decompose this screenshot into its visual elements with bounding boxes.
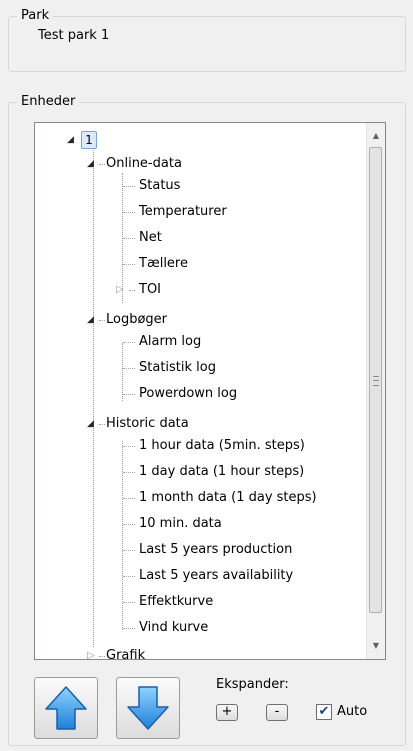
tree-item-taellere[interactable]: Tællere xyxy=(139,255,188,273)
tree-node-logboger[interactable]: Logbøger xyxy=(106,311,167,329)
expand-label: Ekspander: xyxy=(216,677,289,692)
scrollbar-thumb[interactable] xyxy=(369,147,382,613)
tree-connector xyxy=(99,656,105,657)
tree-node-grafik[interactable]: Grafik xyxy=(106,647,145,659)
scroll-up-arrow-icon[interactable]: ▲ xyxy=(367,127,385,145)
tree-connector xyxy=(123,394,135,395)
tree-connector xyxy=(123,446,135,447)
tree-node-online-data[interactable]: Online-data xyxy=(106,155,182,173)
tree-item-status[interactable]: Status xyxy=(139,177,180,195)
expand-grafik-icon[interactable]: ▷ xyxy=(87,647,95,659)
down-arrow-icon xyxy=(127,686,169,730)
tree-connector xyxy=(123,238,135,239)
tree-node-historic-data[interactable]: Historic data xyxy=(106,415,189,433)
tree-connector xyxy=(99,424,105,425)
tree-connector xyxy=(123,472,135,473)
expand-all-button[interactable]: + xyxy=(216,704,238,721)
units-legend: Enheder xyxy=(17,94,80,110)
tree-item-toi[interactable]: TOI xyxy=(139,281,161,299)
auto-checkbox[interactable]: ✔ xyxy=(316,704,332,720)
collapse-historic-data-icon[interactable]: ◢ xyxy=(87,415,94,433)
park-legend: Park xyxy=(17,8,54,24)
tree-line-root xyxy=(93,150,94,647)
tree-connector xyxy=(123,602,135,603)
tree-connector xyxy=(123,550,135,551)
tree-item-1-hour-data[interactable]: 1 hour data (5min. steps) xyxy=(139,437,305,455)
checkmark-icon: ✔ xyxy=(318,704,330,719)
tree-item-alarm-log[interactable]: Alarm log xyxy=(139,333,201,351)
tree-connector xyxy=(123,576,135,577)
tree-scrollbar[interactable]: ▲ ▼ xyxy=(366,123,385,659)
move-down-button[interactable] xyxy=(116,677,180,739)
tree-connector xyxy=(123,368,135,369)
tree-connector xyxy=(123,498,135,499)
unit-tree[interactable]: ◢ 1 ◢ Online-data Status Temperaturer Ne… xyxy=(34,122,386,660)
move-up-button[interactable] xyxy=(34,677,98,739)
scroll-down-arrow-icon[interactable]: ▼ xyxy=(367,637,385,655)
scroll-grip-icon xyxy=(373,376,379,386)
tree-item-powerdown-log[interactable]: Powerdown log xyxy=(139,385,237,403)
collapse-all-button[interactable]: - xyxy=(266,704,288,721)
tree-connector xyxy=(123,212,135,213)
tree-root-label: 1 xyxy=(85,133,93,147)
tree-item-vind-kurve[interactable]: Vind kurve xyxy=(139,619,208,637)
park-group: Park xyxy=(8,8,406,72)
collapse-logboger-icon[interactable]: ◢ xyxy=(87,311,94,329)
tree-connector xyxy=(99,164,105,165)
park-name: Test park 1 xyxy=(38,28,110,43)
tree-item-effektkurve[interactable]: Effektkurve xyxy=(139,593,213,611)
tree-item-1-month-data[interactable]: 1 month data (1 day steps) xyxy=(139,489,317,507)
tree-item-temperaturer[interactable]: Temperaturer xyxy=(139,203,227,221)
expand-toi-icon[interactable]: ▷ xyxy=(116,281,124,299)
tree-connector xyxy=(123,264,135,265)
tree-item-last-5-years-production[interactable]: Last 5 years production xyxy=(139,541,292,559)
tree-item-1-day-data[interactable]: 1 day data (1 hour steps) xyxy=(139,463,304,481)
tree-connector xyxy=(99,320,105,321)
up-arrow-icon xyxy=(45,686,87,730)
collapse-online-data-icon[interactable]: ◢ xyxy=(87,155,94,173)
tree-content: ◢ 1 ◢ Online-data Status Temperaturer Ne… xyxy=(35,123,367,659)
tree-connector xyxy=(123,628,135,629)
tree-connector xyxy=(123,524,135,525)
tree-item-net[interactable]: Net xyxy=(139,229,162,247)
tree-line-logs xyxy=(122,343,123,401)
tree-connector xyxy=(129,290,135,291)
tree-item-statistik-log[interactable]: Statistik log xyxy=(139,359,216,377)
tree-root-node[interactable]: 1 xyxy=(81,131,97,149)
tree-connector xyxy=(123,342,135,343)
auto-label: Auto xyxy=(337,704,368,719)
collapse-root-icon[interactable]: ◢ xyxy=(67,131,74,149)
tree-item-last-5-years-availability[interactable]: Last 5 years availability xyxy=(139,567,293,585)
tree-connector xyxy=(123,186,135,187)
tree-item-10-min-data[interactable]: 10 min. data xyxy=(139,515,222,533)
